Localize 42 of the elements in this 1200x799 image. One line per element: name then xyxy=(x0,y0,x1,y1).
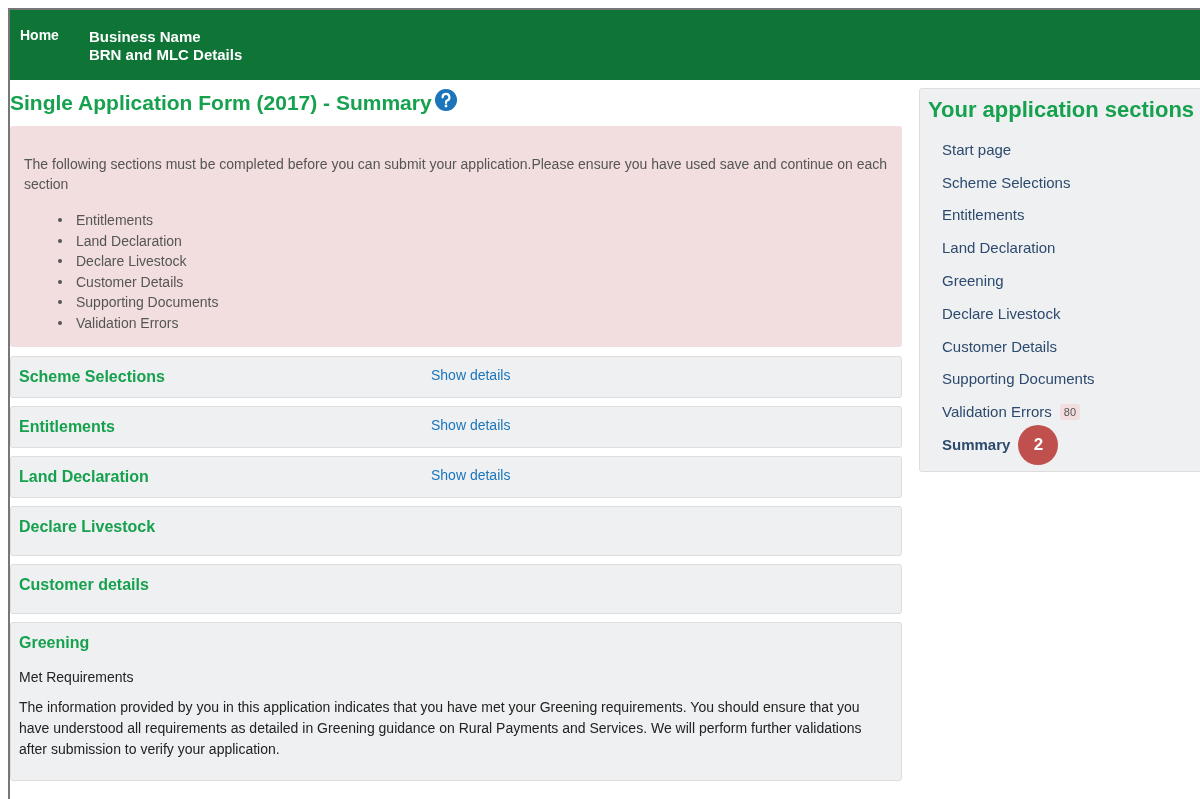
sidebar-item[interactable]: Greening xyxy=(942,272,1004,290)
home-link[interactable]: Home xyxy=(20,27,59,43)
sidebar-title: Your application sections xyxy=(928,97,1196,123)
list-item: Declare Livestock xyxy=(76,253,187,270)
bullet-icon xyxy=(58,238,62,243)
section-title: Greening xyxy=(19,634,91,652)
bullet-icon xyxy=(58,320,62,325)
bullet-icon xyxy=(58,259,62,264)
count-badge: 80 xyxy=(1059,403,1081,420)
sidebar-item[interactable]: Validation Errors xyxy=(942,403,1052,421)
sidebar-item[interactable]: Land Declaration xyxy=(942,239,1056,257)
sidebar-item[interactable]: Summary xyxy=(942,436,1011,454)
step-marker: 2 xyxy=(1018,424,1059,465)
bullet-icon xyxy=(58,279,62,284)
list-item: Customer Details xyxy=(76,273,184,290)
sidebar-item[interactable]: Scheme Selections xyxy=(942,173,1071,191)
sidebar-item[interactable]: Customer Details xyxy=(942,337,1058,355)
help-icon[interactable] xyxy=(434,89,457,111)
list-item: Validation Errors xyxy=(76,314,179,331)
bullet-icon xyxy=(58,300,62,305)
sidebar-item[interactable]: Entitlements xyxy=(942,206,1025,224)
sidebar-item[interactable]: Start page xyxy=(942,140,1012,158)
section-title: Entitlements xyxy=(19,418,116,436)
business-name: Business Name xyxy=(88,28,202,46)
list-item: Land Declaration xyxy=(76,232,182,249)
section-title: Land Declaration xyxy=(19,468,150,486)
show-details-link[interactable]: Show details xyxy=(431,366,511,383)
page-title: Single Application Form (2017) - Summary xyxy=(10,91,432,115)
list-item: Entitlements xyxy=(76,212,154,229)
business-details: BRN and MLC Details xyxy=(88,46,243,64)
section-title: Declare Livestock xyxy=(19,518,157,536)
bullet-icon xyxy=(58,218,62,223)
section-text: The information provided by you in this application indicates that you have met your Greening requirements. You should ensure that you have understood all requirements as detailed in Greening guidance on Rural Payments and Services. We will perform further validations after submission to verify your application. xyxy=(19,698,863,759)
show-details-link[interactable]: Show details xyxy=(431,416,511,433)
sidebar-item[interactable]: Supporting Documents xyxy=(942,370,1095,388)
section-title: Scheme Selections xyxy=(19,368,166,386)
show-details-link[interactable]: Show details xyxy=(431,466,511,483)
section-subtitle: Met Requirements xyxy=(19,669,135,685)
sidebar-item[interactable]: Declare Livestock xyxy=(942,304,1061,322)
list-item: Supporting Documents xyxy=(76,294,219,311)
alert-message: The following sections must be completed before you can submit your application.Please ensure you have used save and continue on each section xyxy=(24,155,888,194)
section-title: Customer details xyxy=(19,576,150,594)
